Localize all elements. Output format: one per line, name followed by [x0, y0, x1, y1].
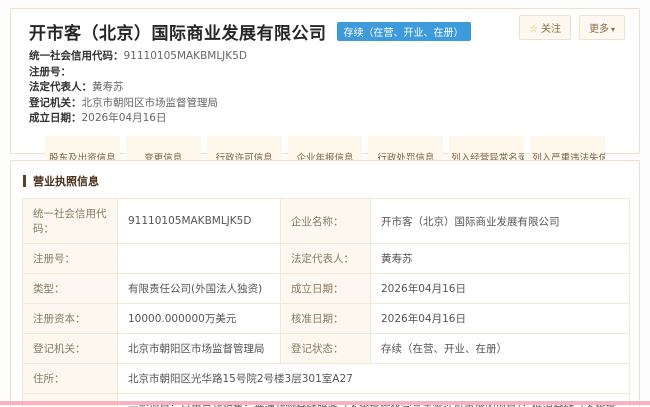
company-header-card: 开市客（北京）国际商业发展有限公司 存续（在营、开业、在册） ☆关注 更多▾ 统…	[10, 8, 640, 154]
cell-value: 10000.000000万美元	[118, 304, 281, 334]
license-table: 统一社会信用代码： 91110105MAKBMLJK5D 企业名称： 开市客（北…	[22, 198, 630, 407]
table-row: 注册号： 法定代表人： 黄寿苏	[23, 244, 630, 274]
cell-value: 2026年04月16日	[371, 274, 630, 304]
cell-label: 登记机关：	[23, 334, 118, 364]
cell-value: 2026年04月16日	[371, 304, 630, 334]
info-line-reg-number: 注册号：	[29, 65, 621, 81]
reg-number-label: 注册号：	[29, 66, 71, 78]
follow-button-label: 关注	[541, 24, 561, 35]
status-badge: 存续（在营、开业、在册）	[337, 22, 471, 41]
establish-date-value: 2026年04月16日	[82, 112, 167, 124]
table-row: 类型： 有限责任公司(外国法人独资) 成立日期： 2026年04月16日	[23, 274, 630, 304]
legal-rep-label: 法定代表人：	[29, 81, 92, 93]
cell-label: 注册号：	[23, 244, 118, 274]
section-title: 营业执照信息	[33, 173, 99, 189]
cell-value: 存续（在营、开业、在册）	[371, 334, 630, 364]
address-value: 北京市朝阳区光华路15号院2号楼3层301室A27	[118, 364, 630, 394]
cell-label: 法定代表人：	[281, 244, 371, 274]
info-line-credit-code: 统一社会信用代码：91110105MAKBMLJK5D	[29, 49, 621, 65]
credit-code-value: 91110105MAKBMLJK5D	[124, 50, 247, 62]
company-info-page: 开市客（北京）国际商业发展有限公司 存续（在营、开业、在册） ☆关注 更多▾ 统…	[0, 0, 650, 407]
cell-value: 北京市朝阳区市场监督管理局	[118, 334, 281, 364]
cell-value: 开市客（北京）国际商业发展有限公司	[371, 199, 630, 244]
cell-label: 核准日期：	[281, 304, 371, 334]
chevron-down-icon: ▾	[611, 25, 615, 34]
more-button[interactable]: 更多▾	[579, 15, 625, 40]
section-accent-bar	[23, 175, 26, 187]
registry-label: 登记机关：	[29, 97, 82, 109]
company-info-lines: 统一社会信用代码：91110105MAKBMLJK5D 注册号： 法定代表人：黄…	[29, 49, 621, 127]
cell-value: 91110105MAKBMLJK5D	[118, 199, 281, 244]
table-row: 注册资本： 10000.000000万美元 核准日期： 2026年04月16日	[23, 304, 630, 334]
license-info-card: 营业执照信息 统一社会信用代码： 91110105MAKBMLJK5D 企业名称…	[10, 160, 640, 407]
table-row-address: 住所： 北京市朝阳区光华路15号院2号楼3层301室A27	[23, 364, 630, 394]
section-header: 营业执照信息	[11, 161, 639, 198]
registry-value: 北京市朝阳区市场监督管理局	[82, 97, 219, 109]
legal-rep-value: 黄寿苏	[92, 81, 124, 93]
info-line-legal-rep: 法定代表人：黄寿苏	[29, 80, 621, 96]
star-icon: ☆	[529, 24, 538, 35]
cell-label: 统一社会信用代码：	[23, 199, 118, 244]
info-line-establish-date: 成立日期：2026年04月16日	[29, 111, 621, 127]
more-button-label: 更多	[589, 24, 609, 35]
info-line-registry: 登记机关：北京市朝阳区市场监督管理局	[29, 96, 621, 112]
cell-value	[118, 244, 281, 274]
cell-label: 住所：	[23, 364, 118, 394]
cell-label: 登记状态：	[281, 334, 371, 364]
follow-button[interactable]: ☆关注	[519, 15, 571, 40]
cell-label: 注册资本：	[23, 304, 118, 334]
cell-label: 成立日期：	[281, 274, 371, 304]
cell-value: 黄寿苏	[371, 244, 630, 274]
cell-value: 有限责任公司(外国法人独资)	[118, 274, 281, 304]
cell-label: 企业名称：	[281, 199, 371, 244]
page-title: 开市客（北京）国际商业发展有限公司	[29, 19, 327, 44]
establish-date-label: 成立日期：	[29, 112, 82, 124]
table-row: 登记机关： 北京市朝阳区市场监督管理局 登记状态： 存续（在营、开业、在册）	[23, 334, 630, 364]
credit-code-label: 统一社会信用代码：	[29, 50, 124, 62]
cell-label: 类型：	[23, 274, 118, 304]
bottom-pink-bar	[0, 401, 650, 405]
table-row: 统一社会信用代码： 91110105MAKBMLJK5D 企业名称： 开市客（北…	[23, 199, 630, 244]
